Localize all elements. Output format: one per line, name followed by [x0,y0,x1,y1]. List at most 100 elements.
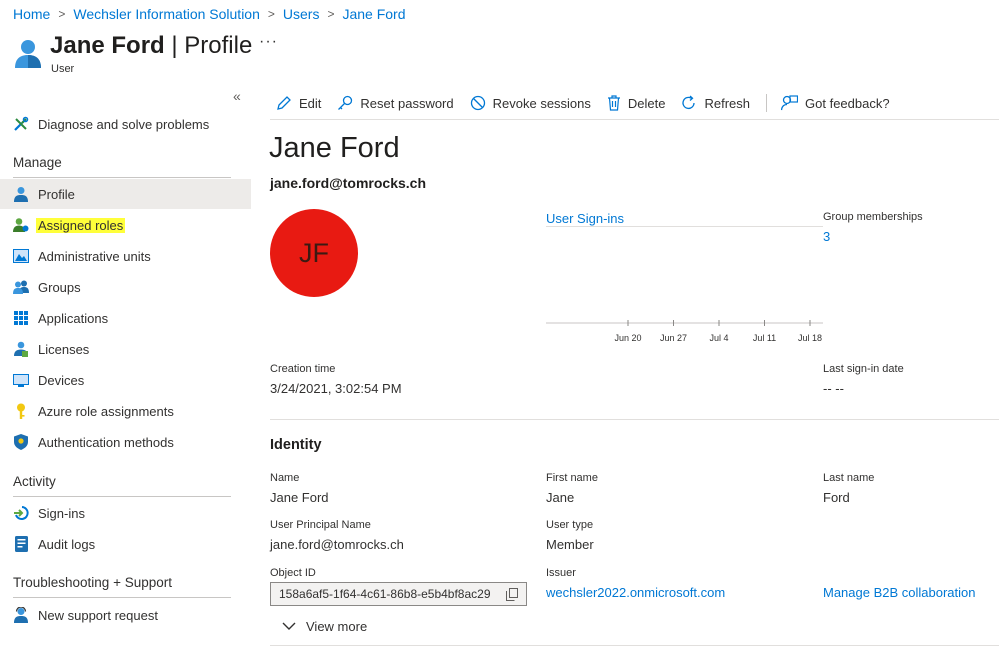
sidebar-item-label: Audit logs [38,536,96,552]
sidebar-item-diagnose[interactable]: Diagnose and solve problems [0,109,251,139]
section-divider [270,419,999,420]
identity-heading: Identity [270,437,322,453]
breadcrumb-home[interactable]: Home [13,6,50,22]
sidebar-item-groups[interactable]: Groups [0,272,251,302]
assigned-roles-icon [13,217,29,233]
sidebar-item-applications[interactable]: Applications [0,303,251,333]
feedback-label: Got feedback? [805,95,890,111]
creation-time-value: 3/24/2021, 3:02:54 PM [270,381,402,396]
refresh-label: Refresh [704,95,751,111]
sidebar-item-assigned-roles[interactable]: Assigned roles [0,210,251,240]
sidebar-item-label: Groups [38,279,81,295]
object-id-label: Object ID [270,567,316,579]
last-name-value: Ford [823,490,850,505]
first-name-label: First name [546,472,598,484]
breadcrumb-current[interactable]: Jane Ford [342,6,405,22]
chart-tick-label: Jul 18 [797,333,823,343]
manage-b2b-link[interactable]: Manage B2B collaboration [823,585,976,600]
creation-time-label: Creation time [270,363,336,375]
object-id-value: 158a6af5-1f64-4c61-86b8-e5b4bf8ac29 [279,587,491,601]
user-icon [15,40,41,68]
toolbar-divider-line [270,119,999,120]
trash-icon [607,95,620,111]
last-sign-in-label: Last sign-in date [823,363,904,375]
sidebar-item-new-support-request[interactable]: New support request [0,600,251,630]
user-type-value: Member [546,537,594,552]
delete-label: Delete [627,95,666,111]
sidebar-item-licenses[interactable]: Licenses [0,334,251,364]
sidebar-item-label: Azure role assignments [38,403,174,419]
first-name-value: Jane [546,490,575,505]
more-options-button[interactable]: ··· [259,33,278,51]
feedback-person-icon [781,95,799,111]
upn-value: jane.ford@tomrocks.ch [270,537,404,552]
admin-units-icon [13,248,29,264]
user-icon [13,186,29,202]
sidebar-item-label: Devices [38,372,85,388]
breadcrumb-separator: > [58,7,66,21]
breadcrumb-tenant[interactable]: Wechsler Information Solution [73,6,260,22]
toolbar-divider [766,94,768,112]
user-display-name: Jane Ford [269,132,400,164]
page-title-separator: | [171,32,178,59]
sidebar-item-label: Diagnose and solve problems [38,116,210,132]
shield-icon [13,434,29,450]
page-title-name: Jane Ford [50,32,165,59]
object-id-field[interactable]: 158a6af5-1f64-4c61-86b8-e5b4bf8ac29 [270,582,527,606]
view-more-button[interactable]: View more [282,619,367,634]
view-more-label: View more [306,619,368,634]
refresh-button[interactable]: Refresh [681,95,750,111]
user-sign-ins-link[interactable]: User Sign-ins [546,211,624,226]
chart-tick-label: Jul 4 [709,333,729,343]
issuer-link[interactable]: wechsler2022.onmicrosoft.com [546,585,725,600]
copy-icon[interactable] [506,587,518,601]
divider [13,597,231,598]
sidebar-item-label: Applications [38,310,109,326]
sign-ins-chart [546,226,823,326]
collapse-sidebar-button[interactable]: « [233,88,241,104]
edit-label: Edit [299,95,322,111]
sidebar-item-label: Authentication methods [38,434,174,450]
user-email: jane.ford@tomrocks.ch [270,175,427,191]
revoke-sessions-label: Revoke sessions [492,95,591,111]
reset-password-button[interactable]: Reset password [337,95,454,111]
page-title-section: Profile [184,32,253,59]
feedback-button[interactable]: Got feedback? [781,95,890,111]
divider [13,177,231,178]
group-memberships-count[interactable]: 3 [823,229,830,244]
edit-button[interactable]: Edit [276,95,321,111]
licenses-icon [13,341,29,357]
wrench-icon [13,116,29,132]
issuer-label: Issuer [546,567,576,579]
section-heading-manage: Manage [13,155,62,170]
divider [13,496,231,497]
sidebar-item-audit-logs[interactable]: Audit logs [0,529,251,559]
avatar: JF [270,209,358,297]
support-person-icon [13,607,29,623]
last-name-label: Last name [823,472,875,484]
sidebar-item-label: New support request [38,607,158,623]
group-memberships-label: Group memberships [823,211,923,223]
sidebar-item-administrative-units[interactable]: Administrative units [0,241,251,271]
page-title: Jane Ford | Profile [50,32,252,60]
breadcrumb-separator: > [327,7,335,21]
revoke-sessions-button[interactable]: Revoke sessions [470,95,591,111]
sidebar-item-label: Administrative units [38,248,151,264]
sidebar-item-sign-ins[interactable]: Sign-ins [0,498,251,528]
section-heading-activity: Activity [13,474,56,489]
user-type-label: User type [546,519,594,531]
chart-tick-label: Jul 11 [752,333,777,343]
sidebar-item-devices[interactable]: Devices [0,365,251,395]
sidebar-item-label: Profile [38,186,75,202]
breadcrumb-users[interactable]: Users [283,6,320,22]
last-sign-in-value: -- -- [823,381,844,396]
section-heading-troubleshooting: Troubleshooting + Support [13,575,172,590]
sidebar-item-azure-role-assignments[interactable]: Azure role assignments [0,396,251,426]
delete-button[interactable]: Delete [607,95,666,111]
name-value: Jane Ford [270,490,329,505]
sidebar-item-authentication-methods[interactable]: Authentication methods [0,427,251,457]
avatar-initials: JF [299,237,329,268]
key-icon [338,95,353,110]
sidebar-item-profile[interactable]: Profile [0,179,251,209]
key-icon [13,403,29,419]
